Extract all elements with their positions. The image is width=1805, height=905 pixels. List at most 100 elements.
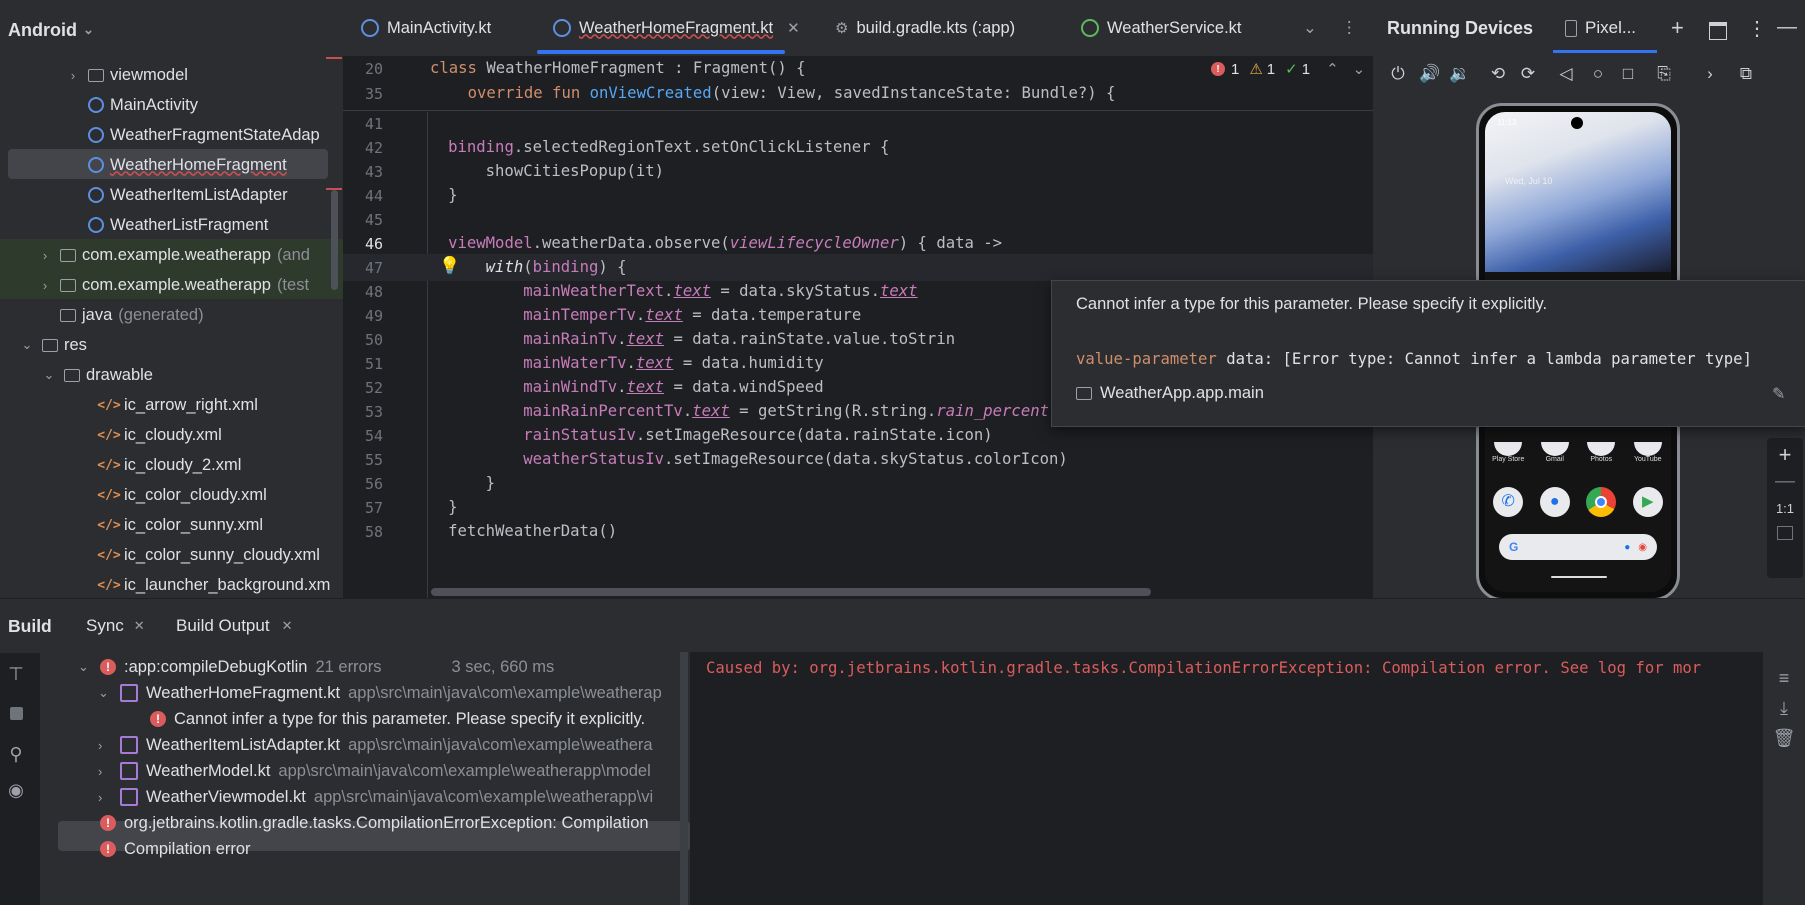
chevron-right-icon[interactable]: › <box>1699 64 1721 84</box>
project-tree-item[interactable]: › com.example.weatherapp (test <box>0 270 343 300</box>
expand-chevron-icon[interactable]: ⌄ <box>78 659 100 675</box>
screen-capture-icon[interactable]: ⧉ <box>1735 64 1757 84</box>
scroll-to-end-icon[interactable]: ⤓ <box>1772 698 1796 719</box>
project-tree-item[interactable]: › com.example.weatherapp (and <box>0 240 343 270</box>
previous-highlight-icon[interactable]: ⌃ <box>1326 60 1339 78</box>
volume-up-icon[interactable]: 🔊 <box>1419 64 1441 84</box>
youtube-icon[interactable] <box>1633 442 1662 456</box>
project-tree-item[interactable]: WeatherFragmentStateAdap <box>0 120 343 150</box>
messages-app-icon[interactable]: ● <box>1539 487 1570 517</box>
zoom-in-icon[interactable]: + <box>1767 442 1803 468</box>
project-tree-item[interactable]: ⌄ drawable <box>0 360 343 390</box>
device-tab[interactable]: Pixel... <box>1565 18 1636 38</box>
tree-scrollbar[interactable] <box>680 652 688 905</box>
project-tree-item[interactable]: WeatherItemListAdapter <box>0 180 343 210</box>
expand-chevron-icon[interactable]: › <box>98 738 120 753</box>
expand-chevron-icon[interactable]: › <box>38 248 52 263</box>
tree-item-hint: (test <box>276 275 310 294</box>
project-tree-item[interactable]: </> ic_color_sunny.xml <box>0 510 343 540</box>
tree-item-label: java <box>82 305 113 324</box>
project-tree-item[interactable]: </> ic_launcher_background.xm <box>0 570 343 598</box>
inspection-widget[interactable]: ! 1 ⚠ 1 ✓ 1 ⌃ ⌄ <box>1211 56 1365 82</box>
phone-app-icon[interactable]: ✆ <box>1493 487 1524 517</box>
project-tree-item[interactable]: </> ic_color_sunny_cloudy.xml <box>0 540 343 570</box>
project-tree-item[interactable]: </> ic_arrow_right.xml <box>0 390 343 420</box>
project-tree-item[interactable]: </> ic_cloudy_2.xml <box>0 450 343 480</box>
project-tree-item[interactable]: </> ic_cloudy.xml <box>0 420 343 450</box>
tree-item-label: ic_cloudy.xml <box>124 425 222 444</box>
next-highlight-icon[interactable]: ⌄ <box>1353 60 1366 78</box>
project-tree-item[interactable]: java (generated) <box>0 300 343 330</box>
project-tree-item[interactable]: WeatherHomeFragment <box>0 150 343 180</box>
chevron-down-icon: ⌄ <box>1303 19 1317 37</box>
expand-chevron-icon[interactable]: › <box>38 278 52 293</box>
tab-main-activity[interactable]: MainActivity.kt <box>361 0 491 56</box>
close-icon[interactable]: ✕ <box>282 618 293 634</box>
expand-chevron-icon[interactable]: › <box>66 68 80 83</box>
tab-sync[interactable]: Sync ✕ <box>86 616 145 636</box>
xml-file-icon: </> <box>97 397 121 413</box>
rotate-left-icon[interactable]: ⟲ <box>1487 64 1509 84</box>
zoom-out-icon[interactable]: — <box>1767 470 1803 493</box>
stop-icon[interactable] <box>4 704 28 725</box>
tree-item-label: WeatherItemListAdapter <box>110 185 288 204</box>
build-tree-row[interactable]: ! Compilation error <box>78 834 251 864</box>
lens-icon[interactable]: ◉ <box>1638 542 1647 553</box>
overview-icon[interactable]: □ <box>1617 64 1639 84</box>
expand-chevron-icon[interactable]: › <box>98 790 120 805</box>
home-icon[interactable]: ○ <box>1587 64 1609 84</box>
soft-wrap-icon[interactable]: ≡ <box>1772 668 1796 689</box>
more-vertical-icon[interactable]: ⋮ <box>1747 16 1767 41</box>
photos-icon[interactable] <box>1587 442 1616 456</box>
tab-build-gradle[interactable]: ⚙ build.gradle.kts (:app) <box>835 0 1015 56</box>
project-tree-item[interactable]: MainActivity <box>0 90 343 120</box>
build-toggle-view-icon[interactable]: ⊤ <box>4 664 28 685</box>
power-icon[interactable]: ⏻ <box>1387 64 1409 84</box>
code-line: with(binding) { <box>485 258 627 276</box>
chrome-app-icon[interactable] <box>1586 487 1617 517</box>
layout-icon[interactable] <box>1709 22 1727 40</box>
code-line: mainRainTv.text = data.rainState.value.t… <box>523 330 956 348</box>
tab-weather-home-fragment[interactable]: WeatherHomeFragment.kt ✕ <box>553 0 800 56</box>
project-tree-item[interactable]: ⌄ res <box>0 330 343 360</box>
more-options-button[interactable]: ⋮ <box>1341 0 1358 56</box>
project-tree-item[interactable]: WeatherListFragment <box>0 210 343 240</box>
play-store-icon[interactable] <box>1494 442 1523 456</box>
editor-h-scrollbar[interactable] <box>431 588 1151 596</box>
code-line: } <box>373 474 496 492</box>
gesture-bar[interactable] <box>1551 576 1607 578</box>
rotate-right-icon[interactable]: ⟳ <box>1517 64 1539 84</box>
expand-chevron-icon[interactable]: ⌄ <box>20 337 34 353</box>
project-view-selector[interactable]: Android ⌄ <box>0 0 343 60</box>
volume-down-icon[interactable]: 🔉 <box>1449 64 1471 84</box>
close-icon[interactable]: ✕ <box>134 618 145 634</box>
tab-build-output[interactable]: Build Output ✕ <box>176 616 292 636</box>
add-device-icon[interactable]: + <box>1671 15 1684 41</box>
active-tab-indicator <box>537 50 785 54</box>
project-tree-item[interactable]: › viewmodel <box>0 60 343 90</box>
build-output-log[interactable]: Caused by: org.jetbrains.kotlin.gradle.t… <box>690 652 1763 905</box>
minimize-icon[interactable]: — <box>1777 16 1797 39</box>
zoom-actual-size[interactable]: 1:1 <box>1767 501 1803 516</box>
tabs-overflow-button[interactable]: ⌄ <box>1303 0 1317 56</box>
play-games-icon[interactable]: ▶ <box>1632 487 1663 517</box>
expand-chevron-icon[interactable]: ⌄ <box>42 367 56 383</box>
tab-weather-service[interactable]: WeatherService.kt <box>1081 0 1242 56</box>
fit-screen-icon[interactable] <box>1777 526 1793 540</box>
tooltip-module[interactable]: WeatherApp.app.main <box>1076 384 1264 403</box>
gmail-icon[interactable] <box>1540 442 1569 456</box>
project-tree-item[interactable]: </> ic_color_cloudy.xml <box>0 480 343 510</box>
expand-chevron-icon[interactable]: ⌄ <box>98 685 120 701</box>
close-icon[interactable]: ✕ <box>787 19 800 37</box>
error-icon: ! <box>100 815 116 831</box>
back-icon[interactable]: ◁ <box>1555 64 1577 84</box>
eye-icon[interactable]: ◉ <box>4 780 28 801</box>
trash-icon[interactable]: 🗑 <box>1772 728 1796 749</box>
expand-chevron-icon[interactable]: › <box>98 764 120 779</box>
mic-icon[interactable]: ● <box>1624 542 1630 553</box>
edit-icon[interactable]: ✎ <box>1772 384 1785 404</box>
warning-icon: ⚠ <box>1249 61 1263 78</box>
search-bar[interactable]: G ● ◉ <box>1499 534 1657 560</box>
pin-icon[interactable]: ⚲ <box>4 744 28 765</box>
snapshot-icon[interactable]: ⎘ <box>1653 64 1675 84</box>
